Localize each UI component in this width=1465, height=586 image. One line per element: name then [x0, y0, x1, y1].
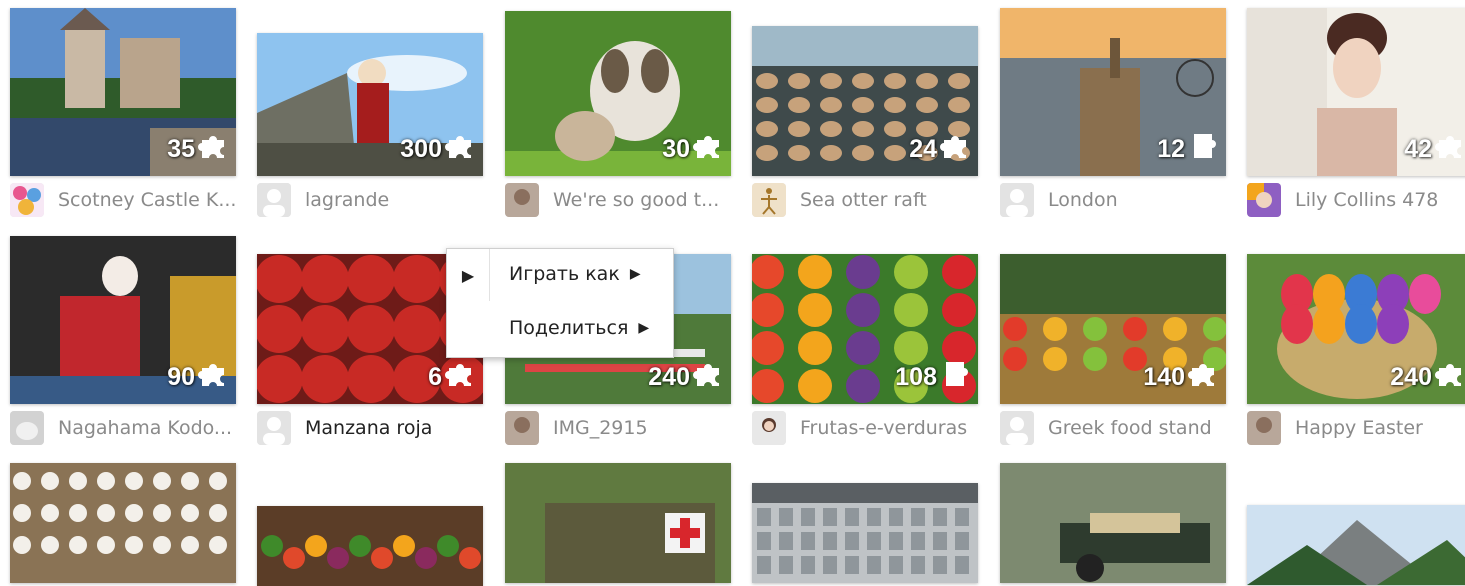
puzzle-thumbnail[interactable] [257, 506, 483, 586]
puzzle-caption[interactable]: London [1000, 182, 1240, 218]
puzzle-thumbnail[interactable] [505, 463, 731, 583]
puzzle-title[interactable]: We're so good t... [553, 189, 719, 211]
puzzle-title[interactable]: London [1048, 189, 1118, 211]
piece-count: 240 [1390, 359, 1465, 396]
balloons-avatar[interactable] [10, 183, 44, 217]
play-as-menu-item[interactable]: Играть как ▶ [509, 263, 641, 285]
puzzle-thumbnail[interactable]: 42 [1247, 8, 1465, 176]
photo-avatar[interactable] [1247, 411, 1281, 445]
puzzle-title[interactable]: Happy Easter [1295, 417, 1423, 439]
photo-avatar[interactable] [505, 183, 539, 217]
piece-count: 12 [1157, 131, 1218, 168]
puzzle-thumbnail[interactable]: 140 [1000, 254, 1226, 404]
default-avatar[interactable] [1000, 411, 1034, 445]
puzzle-icon [937, 131, 970, 168]
menu-toggle[interactable]: ▶ [447, 249, 490, 301]
puzzle-title[interactable]: Sea otter raft [800, 189, 927, 211]
piece-count-number: 30 [662, 135, 690, 163]
puzzle-thumbnail[interactable] [10, 463, 236, 583]
piece-count-number: 35 [167, 135, 195, 163]
puzzle-thumbnail[interactable] [1247, 505, 1465, 585]
piece-count-number: 140 [1143, 363, 1185, 391]
piece-count: 108 [895, 359, 970, 396]
piece-count-number: 108 [895, 363, 937, 391]
default-avatar[interactable] [257, 411, 291, 445]
puzzle-title[interactable]: Greek food stand [1048, 417, 1212, 439]
colorful-avatar[interactable] [1247, 183, 1281, 217]
piece-count: 90 [167, 359, 228, 396]
piece-count: 300 [400, 131, 475, 168]
piece-count: 42 [1404, 131, 1465, 168]
piece-outline-icon [937, 359, 970, 396]
puzzle-caption[interactable]: We're so good t... [505, 182, 745, 218]
puzzle-icon [1185, 359, 1218, 396]
piece-count-number: 6 [428, 363, 442, 391]
puzzle-title[interactable]: Scotney Castle K... [58, 189, 236, 211]
piece-count: 6 [428, 359, 475, 396]
puzzle-thumbnail[interactable]: 24 [752, 26, 978, 176]
piece-count: 140 [1143, 359, 1218, 396]
puzzle-thumbnail[interactable] [752, 483, 978, 583]
piece-count: 24 [909, 131, 970, 168]
piece-outline-icon [1185, 131, 1218, 168]
figure-avatar[interactable] [752, 183, 786, 217]
puzzle-title[interactable]: Nagahama Kodo... [58, 417, 232, 439]
submenu-arrow-icon: ▶ [638, 320, 650, 336]
puzzle-title[interactable]: Manzana roja [305, 417, 432, 439]
default-avatar[interactable] [1000, 183, 1034, 217]
puzzle-caption[interactable]: Nagahama Kodo... [10, 410, 250, 446]
piece-count-number: 240 [648, 363, 690, 391]
caret-right-icon: ▶ [461, 265, 475, 285]
piece-count-number: 240 [1390, 363, 1432, 391]
puzzle-caption[interactable]: Sea otter raft [752, 182, 992, 218]
piece-count-number: 12 [1157, 135, 1185, 163]
puzzle-thumbnail[interactable] [1000, 463, 1226, 583]
default-avatar[interactable] [257, 183, 291, 217]
context-menu: ▶ Играть как ▶ Поделиться ▶ [446, 248, 674, 358]
puzzle-icon [1432, 131, 1465, 168]
puzzle-icon [442, 359, 475, 396]
puzzle-icon [442, 131, 475, 168]
submenu-arrow-icon: ▶ [629, 266, 641, 282]
piece-count: 240 [648, 359, 723, 396]
puzzle-caption[interactable]: IMG_2915 [505, 410, 745, 446]
puzzle-thumbnail[interactable]: 12 [1000, 8, 1226, 176]
puzzle-caption[interactable]: Manzana roja [257, 410, 497, 446]
woman-avatar[interactable] [752, 411, 786, 445]
puzzle-title[interactable]: IMG_2915 [553, 417, 648, 439]
puzzle-caption[interactable]: lagrande [257, 182, 497, 218]
puzzle-caption[interactable]: Greek food stand [1000, 410, 1240, 446]
piece-count: 35 [167, 131, 228, 168]
puzzle-thumbnail[interactable]: 30 [505, 11, 731, 176]
puzzle-caption[interactable]: Happy Easter [1247, 410, 1465, 446]
puzzle-title[interactable]: Frutas-e-verduras [800, 417, 967, 439]
puzzle-title[interactable]: lagrande [305, 189, 389, 211]
puzzle-title[interactable]: Lily Collins 478 [1295, 189, 1438, 211]
puzzle-thumbnail[interactable]: 108 [752, 254, 978, 404]
piece-count-number: 42 [1404, 135, 1432, 163]
puzzle-caption[interactable]: Scotney Castle K... [10, 182, 250, 218]
puzzle-icon [690, 359, 723, 396]
puzzle-thumbnail[interactable]: 35 [10, 8, 236, 176]
piece-count-number: 300 [400, 135, 442, 163]
puzzle-icon [195, 359, 228, 396]
piece-count-number: 24 [909, 135, 937, 163]
puzzle-icon [195, 131, 228, 168]
puzzle-thumbnail[interactable]: 90 [10, 236, 236, 404]
puzzle-icon [690, 131, 723, 168]
puzzle-thumbnail[interactable]: 240 [1247, 254, 1465, 404]
puzzle-caption[interactable]: Lily Collins 478 [1247, 182, 1465, 218]
puzzle-icon [1432, 359, 1465, 396]
puzzle-caption[interactable]: Frutas-e-verduras [752, 410, 992, 446]
piece-count: 30 [662, 131, 723, 168]
share-menu-item[interactable]: Поделиться ▶ [509, 317, 649, 339]
puzzle-thumbnail[interactable]: 300 [257, 33, 483, 176]
photo-avatar[interactable] [505, 411, 539, 445]
piece-count-number: 90 [167, 363, 195, 391]
cat-avatar[interactable] [10, 411, 44, 445]
